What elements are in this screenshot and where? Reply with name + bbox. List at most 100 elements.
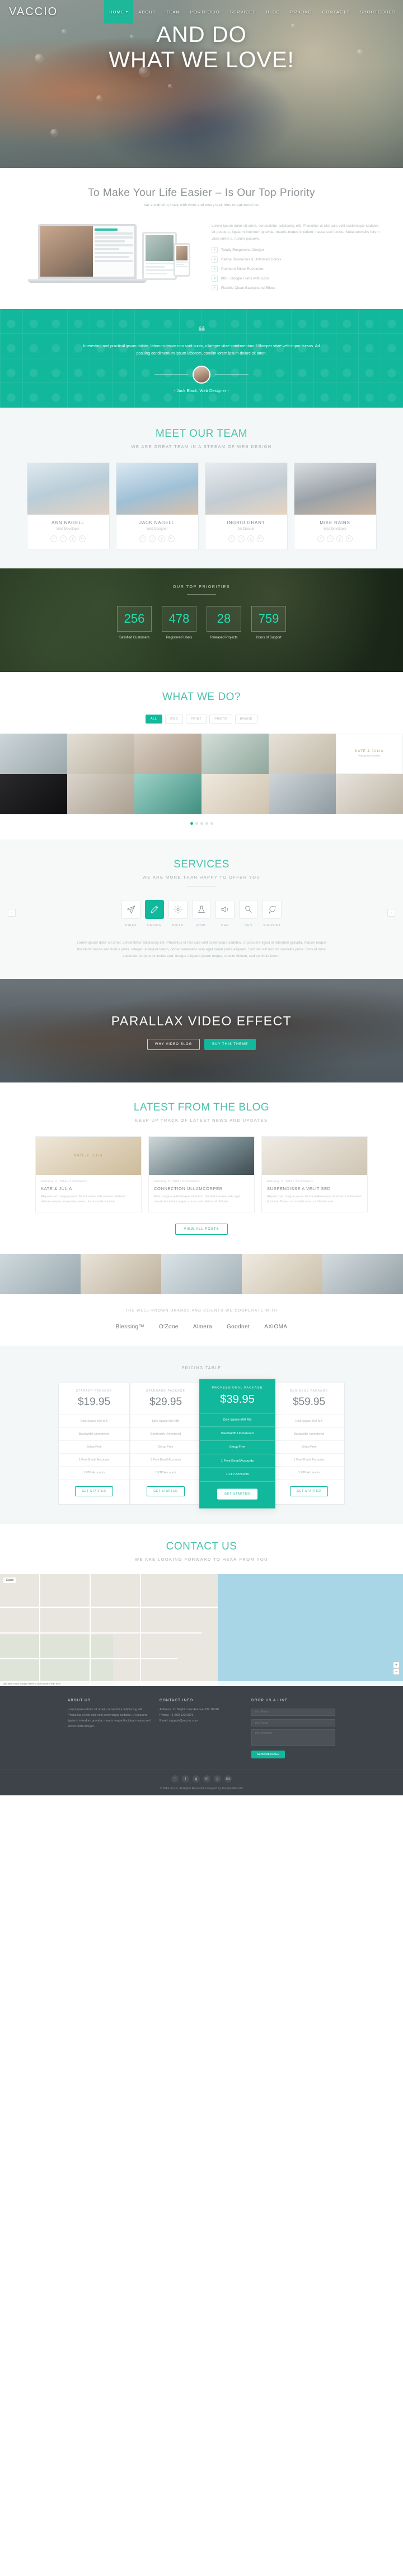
- nav-item-home[interactable]: HOME ▾: [104, 0, 134, 24]
- service-tab-support[interactable]: SUPPORT: [263, 899, 282, 927]
- blog-post-title[interactable]: SUSPENDISSE A VELIT SED: [267, 1186, 362, 1191]
- filter-photo[interactable]: PHOTO: [209, 714, 232, 724]
- portfolio-item-brand[interactable]: KATE & JULIA WEDDING PHOTO: [336, 733, 403, 774]
- portfolio-item[interactable]: [134, 733, 202, 774]
- portfolio-item[interactable]: [336, 773, 403, 814]
- map-embed[interactable]: Kaaro + − Map data ©2014 Google Terms of…: [0, 1574, 403, 1687]
- team-member-card[interactable]: JACK NAGELL Web Designer f t g in: [115, 462, 199, 549]
- nav-item-team[interactable]: TEAM: [161, 0, 185, 24]
- google-plus-icon[interactable]: g: [69, 535, 76, 542]
- portfolio-item[interactable]: [0, 773, 67, 814]
- portfolio-item[interactable]: [134, 773, 202, 814]
- portfolio-item[interactable]: [0, 733, 67, 774]
- facebook-icon[interactable]: f: [228, 535, 235, 542]
- google-plus-icon[interactable]: g: [336, 535, 343, 542]
- filter-brand[interactable]: BRAND: [235, 714, 258, 724]
- testimonial-text: Interesting and practical ipsum dolore, …: [83, 344, 320, 356]
- portfolio-item[interactable]: [67, 733, 134, 774]
- get-started-button[interactable]: GET STARTED: [147, 1486, 185, 1497]
- site-logo[interactable]: VACCIO: [0, 6, 58, 18]
- google-plus-icon[interactable]: g: [193, 1775, 200, 1783]
- nav-item-services[interactable]: SERVICES: [225, 0, 261, 24]
- client-logo-blessing[interactable]: Blessing™: [116, 1324, 144, 1330]
- map-land: [0, 1635, 113, 1687]
- blog-post-title[interactable]: CONNECTION ULLAMCORPER: [154, 1186, 249, 1191]
- twitter-icon[interactable]: t: [327, 535, 334, 542]
- service-tab-design[interactable]: DESIGN: [145, 899, 164, 927]
- dot-1[interactable]: [190, 822, 193, 825]
- map-zoom-controls[interactable]: + −: [393, 1662, 400, 1676]
- facebook-icon[interactable]: f: [50, 535, 57, 542]
- team-member-name: MIKE RAINS: [320, 520, 350, 525]
- linkedin-icon[interactable]: in: [257, 535, 264, 542]
- zoom-out-icon[interactable]: −: [393, 1668, 400, 1676]
- get-started-button[interactable]: GET STARTED: [75, 1486, 113, 1497]
- blog-post-card[interactable]: February 11, 2014 / 3 Comments SUSPENDIS…: [261, 1136, 368, 1213]
- nav-item-portfolio[interactable]: PORTFOLIO: [185, 0, 225, 24]
- client-logo-axioma[interactable]: AXIOMA: [264, 1324, 287, 1330]
- email-field[interactable]: [251, 1719, 335, 1727]
- client-logo-goodnet[interactable]: Goodnet: [227, 1324, 250, 1330]
- client-logo-ozone[interactable]: O'Zone: [159, 1324, 179, 1330]
- service-tab-html[interactable]: HTML: [192, 899, 211, 927]
- rss-icon[interactable]: rss: [224, 1775, 232, 1783]
- nav-item-contacts[interactable]: CONTACTS: [317, 0, 355, 24]
- filter-web[interactable]: WEB: [165, 714, 183, 724]
- facebook-icon[interactable]: f: [139, 535, 146, 542]
- linkedin-icon[interactable]: in: [79, 535, 86, 542]
- name-field[interactable]: [251, 1708, 335, 1716]
- portfolio-item[interactable]: [202, 733, 269, 774]
- twitter-icon[interactable]: t: [182, 1775, 189, 1783]
- message-field[interactable]: [251, 1729, 335, 1747]
- linkedin-icon[interactable]: in: [203, 1775, 210, 1783]
- portfolio-title: WHAT WE DO?: [162, 690, 241, 703]
- portfolio-item[interactable]: [269, 773, 336, 814]
- blog-post-card[interactable]: KATE & JULIA February 11, 2014 / 3 Comme…: [35, 1136, 142, 1213]
- facebook-icon[interactable]: f: [317, 535, 324, 542]
- linkedin-icon[interactable]: in: [168, 535, 175, 542]
- linkedin-icon[interactable]: in: [346, 535, 353, 542]
- zoom-in-icon[interactable]: +: [393, 1662, 400, 1669]
- get-started-button[interactable]: GET STARTED: [217, 1488, 257, 1500]
- service-tab-seo[interactable]: SEO: [239, 899, 258, 927]
- portfolio-item[interactable]: [67, 773, 134, 814]
- strip-image: [0, 1254, 81, 1295]
- contact-title: CONTACT US: [166, 1541, 237, 1553]
- dot-2[interactable]: [195, 822, 198, 825]
- get-started-button[interactable]: GET STARTED: [290, 1486, 328, 1497]
- twitter-icon[interactable]: t: [149, 535, 156, 542]
- twitter-icon[interactable]: t: [238, 535, 245, 542]
- send-message-button[interactable]: SEND MESSAGE: [251, 1751, 285, 1759]
- dot-5[interactable]: [210, 822, 213, 825]
- blog-post-card[interactable]: February 11, 2014 / 3 Comments CONNECTIO…: [148, 1136, 255, 1213]
- services-next-arrow[interactable]: ›: [387, 909, 395, 917]
- filter-print[interactable]: PRINT: [185, 714, 207, 724]
- service-tab-build[interactable]: BUILD: [168, 899, 188, 927]
- counter-item: 28 Released Projects: [207, 605, 241, 640]
- dot-3[interactable]: [200, 822, 203, 825]
- client-logo-almera[interactable]: Almera: [193, 1324, 212, 1330]
- view-all-posts-button[interactable]: VIEW ALL POSTS: [175, 1224, 228, 1235]
- pinterest-icon[interactable]: p: [214, 1775, 221, 1783]
- google-plus-icon[interactable]: g: [158, 535, 165, 542]
- portfolio-item[interactable]: [202, 773, 269, 814]
- nav-item-about[interactable]: ABOUT: [133, 0, 161, 24]
- twitter-icon[interactable]: t: [60, 535, 67, 542]
- filter-all[interactable]: ALL: [145, 714, 162, 724]
- facebook-icon[interactable]: f: [171, 1775, 179, 1783]
- service-tab-ideas[interactable]: IDEAS: [121, 899, 140, 927]
- nav-item-pricing[interactable]: PRICING: [285, 0, 317, 24]
- service-tab-php[interactable]: PHP: [215, 899, 235, 927]
- buy-this-theme-button[interactable]: BUY THIS THEME: [204, 1038, 256, 1050]
- team-member-card[interactable]: INGRID GRANT Art Director f t g in: [204, 462, 288, 549]
- why-video-blog-button[interactable]: WHY VIDEO BLOG: [147, 1038, 200, 1050]
- nav-item-blog[interactable]: BLOG: [261, 0, 285, 24]
- nav-item-shortcodes[interactable]: SHORTCODES: [355, 0, 401, 24]
- portfolio-item[interactable]: [269, 733, 336, 774]
- blog-post-title[interactable]: KATE & JULIA: [41, 1186, 136, 1191]
- team-member-card[interactable]: MIKE RAINS Web Developer f t g in: [293, 462, 377, 549]
- team-member-card[interactable]: ANN NAGELL Web Developer f t g in: [26, 462, 110, 549]
- google-plus-icon[interactable]: g: [247, 535, 254, 542]
- services-prev-arrow[interactable]: ‹: [8, 909, 16, 917]
- dot-4[interactable]: [205, 822, 208, 825]
